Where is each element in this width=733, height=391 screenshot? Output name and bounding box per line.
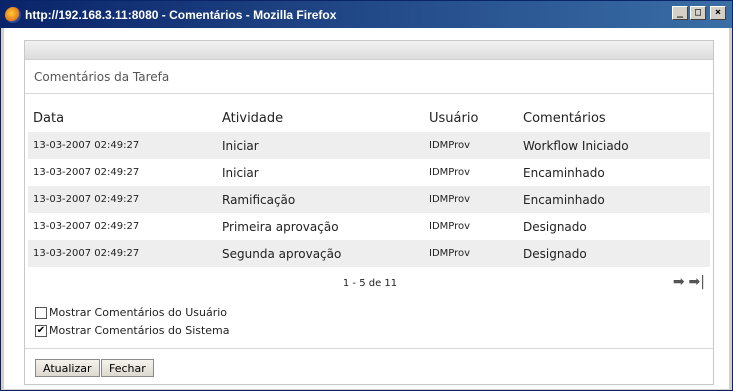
cell-usuario: IDMProv [429, 221, 471, 232]
show-system-comments-checkbox[interactable]: ✔ [35, 324, 47, 337]
pagination-text: 1 - 5 de 11 [342, 278, 398, 289]
table-header-row: Data Atividade Usuário Comentários [28, 105, 710, 132]
cell-atividade: Segunda aprovação [217, 240, 424, 267]
cell-atividade: Ramificação [217, 186, 424, 213]
show-user-comments-option[interactable]: Mostrar Comentários do Usuário [35, 306, 227, 319]
browser-window: http://192.168.3.11:8080 - Comentários -… [0, 0, 733, 391]
cell-data: 13-03-2007 02:49:27 [33, 221, 140, 232]
column-header-data: Data [33, 111, 65, 126]
table-row: 13-03-2007 02:49:27 Primeira aprovação I… [28, 213, 710, 240]
page-content: Comentários da Tarefa Data Atividade Usu… [4, 28, 729, 389]
panel-header-bar [25, 41, 713, 60]
column-header-usuario: Usuário [429, 111, 479, 126]
maximize-button[interactable]: □ [690, 6, 706, 20]
cell-comentarios: Encaminhado [518, 186, 710, 213]
cell-data: 13-03-2007 02:49:27 [28, 132, 217, 159]
table-row: 13-03-2007 02:49:27 Ramificação IDMProv … [28, 186, 710, 213]
cell-data: 13-03-2007 02:49:27 [28, 186, 217, 213]
cell-comentarios: Workflow Iniciado [518, 132, 710, 159]
close-button[interactable]: Fechar [101, 359, 154, 377]
table-row: 13-03-2007 02:49:27 Segunda aprovação ID… [28, 240, 710, 267]
cell-atividade: Iniciar [222, 165, 259, 180]
show-system-comments-option[interactable]: ✔ Mostrar Comentários do Sistema [35, 324, 230, 337]
cell-atividade: Iniciar [217, 132, 424, 159]
column-header-comentarios: Comentários [523, 111, 606, 126]
comments-table: Data Atividade Usuário Comentários 13-03… [28, 105, 710, 267]
comments-panel: Comentários da Tarefa Data Atividade Usu… [24, 40, 714, 385]
panel-title: Comentários da Tarefa [25, 60, 713, 94]
minimize-button[interactable]: _ [672, 6, 688, 20]
cell-comentarios: Encaminhado [523, 165, 605, 180]
pager-controls: ➡ ➡| [673, 274, 705, 290]
cell-atividade: Primeira aprovação [222, 219, 339, 234]
table-row: 13-03-2007 02:49:27 Iniciar IDMProv Work… [28, 132, 710, 159]
window-controls: _ □ × [672, 6, 726, 20]
table-row: 13-03-2007 02:49:27 Iniciar IDMProv Enca… [28, 159, 710, 186]
cell-usuario: IDMProv [429, 167, 471, 178]
cell-comentarios: Designado [518, 240, 710, 267]
arrow-right-icon[interactable]: ➡ [673, 274, 685, 290]
cell-data: 13-03-2007 02:49:27 [33, 167, 140, 178]
cell-usuario: IDMProv [424, 132, 518, 159]
divider [25, 348, 713, 349]
cell-usuario: IDMProv [424, 186, 518, 213]
column-header-atividade: Atividade [222, 111, 284, 126]
arrow-last-icon[interactable]: ➡| [689, 274, 705, 290]
show-user-comments-checkbox[interactable] [35, 306, 47, 319]
cell-comentarios: Designado [523, 219, 587, 234]
close-window-button[interactable]: × [710, 6, 726, 20]
window-title: http://192.168.3.11:8080 - Comentários -… [25, 7, 337, 22]
refresh-button[interactable]: Atualizar [35, 359, 100, 377]
firefox-icon [5, 6, 21, 23]
cell-usuario: IDMProv [424, 240, 518, 267]
title-bar: http://192.168.3.11:8080 - Comentários -… [1, 1, 732, 28]
show-system-comments-label: Mostrar Comentários do Sistema [49, 324, 230, 337]
show-user-comments-label: Mostrar Comentários do Usuário [49, 306, 228, 319]
cell-data: 13-03-2007 02:49:27 [28, 240, 217, 267]
